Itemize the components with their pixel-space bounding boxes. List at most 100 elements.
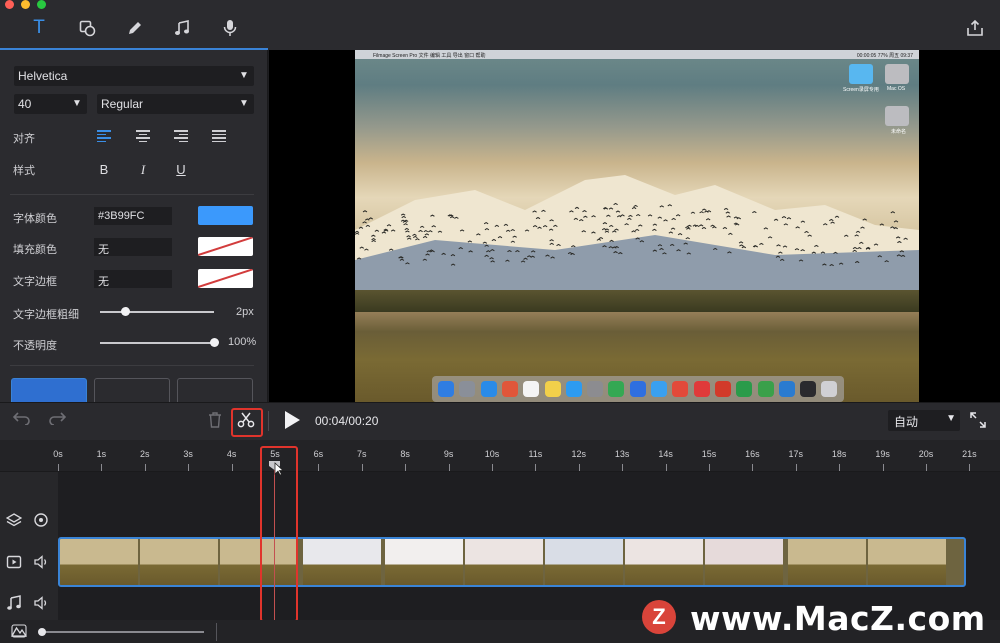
border-width-slider[interactable] (100, 311, 214, 313)
bird-shape (779, 258, 785, 261)
dock-app-icon (629, 381, 646, 397)
bird-shape (710, 224, 715, 227)
tab-text[interactable]: T (25, 14, 53, 42)
bird-shape (767, 236, 773, 239)
bird-shape (670, 227, 676, 230)
bird-shape (399, 258, 405, 261)
play-button[interactable] (283, 410, 301, 435)
bird-shape (723, 207, 729, 211)
bird-shape (608, 207, 614, 210)
bird-shape (635, 237, 640, 240)
bird-shape (507, 249, 512, 253)
redo-button[interactable] (48, 411, 67, 430)
bird-shape (569, 210, 574, 213)
timeline-zoom-knob[interactable] (38, 628, 46, 636)
bird-shape (838, 262, 844, 265)
timeline-zoom-slider[interactable] (42, 631, 204, 633)
visibility-button[interactable] (33, 512, 49, 528)
bird-shape (608, 246, 614, 249)
bird-shape (739, 244, 744, 247)
bird-shape (486, 250, 491, 253)
bird-shape (371, 239, 376, 243)
export-button[interactable] (961, 14, 989, 42)
text-border-swatch[interactable] (198, 269, 253, 288)
undo-button[interactable] (12, 411, 31, 430)
bird-shape (903, 237, 908, 240)
italic-button[interactable]: I (136, 162, 150, 178)
tab-microphone[interactable] (216, 14, 244, 42)
bird-shape (795, 226, 800, 229)
bird-shape (733, 216, 739, 219)
video-track-button[interactable] (6, 554, 22, 570)
video-preview[interactable]: Filmage Screen Pro 文件 编辑 工具 导出 窗口 帮助 00:… (269, 50, 1000, 402)
minimize-window-button[interactable] (21, 0, 30, 9)
font-color-hex-field[interactable]: #3B99FC (94, 207, 172, 225)
bird-shape (893, 220, 899, 223)
bird-shape (505, 259, 510, 262)
layers-button[interactable] (5, 512, 23, 528)
pencil-icon (129, 22, 141, 34)
bird-shape (355, 230, 360, 233)
bird-shape (701, 208, 707, 211)
bird-shape (667, 204, 673, 207)
align-justify-button[interactable] (212, 130, 226, 144)
mac-menubar: Filmage Screen Pro 文件 编辑 工具 导出 窗口 帮助 00:… (355, 50, 919, 59)
font-weight-select[interactable]: Regular ▼ (97, 94, 254, 114)
bird-shape (489, 257, 494, 260)
align-left-button[interactable] (97, 130, 111, 144)
close-window-button[interactable] (5, 0, 14, 9)
bird-shape (419, 225, 425, 228)
timeline-zoom-button[interactable] (10, 624, 28, 640)
video-clip[interactable] (58, 537, 966, 587)
bird-shape (631, 206, 637, 210)
bird-shape (598, 236, 604, 240)
bird-shape (698, 224, 704, 227)
bird-shape (545, 254, 550, 257)
fill-color-swatch[interactable] (198, 237, 253, 256)
bird-shape (400, 219, 406, 222)
video-volume-button[interactable] (33, 554, 49, 570)
bird-shape (537, 226, 542, 229)
tab-draw[interactable] (121, 14, 149, 42)
font-size-select[interactable]: 40 ▼ (14, 94, 87, 114)
fill-color-field[interactable]: 无 (94, 238, 172, 256)
underline-button[interactable]: U (174, 162, 188, 177)
zoom-window-button[interactable] (37, 0, 46, 9)
audio-track-button[interactable] (6, 595, 22, 611)
bird-shape (364, 248, 369, 251)
fit-timeline-button[interactable] (970, 412, 986, 433)
bird-shape (512, 235, 517, 238)
clip-thumbnail (625, 539, 703, 585)
bold-button[interactable]: B (97, 162, 111, 177)
bird-shape (612, 230, 617, 233)
tab-music[interactable] (168, 14, 196, 42)
timeline-ruler[interactable]: 0s 1s 2s 3s 4s 5s 6s 7s 8s 9s 10s 11s 12s 13s 14s 15s 16… (0, 440, 1000, 472)
bird-shape (794, 248, 800, 251)
ruler-tick (361, 464, 363, 471)
ruler-tick (58, 464, 59, 471)
bird-shape (873, 243, 879, 246)
ruler-tick (709, 464, 710, 471)
opacity-slider[interactable] (100, 342, 214, 344)
dock-app-icon (438, 381, 454, 397)
split-button[interactable] (237, 412, 255, 433)
opacity-slider-knob[interactable] (210, 338, 219, 347)
bird-shape (596, 238, 602, 241)
delete-button[interactable] (208, 412, 222, 433)
font-color-swatch[interactable] (198, 206, 253, 225)
audio-volume-button[interactable] (33, 595, 49, 611)
align-right-button[interactable] (174, 130, 188, 144)
text-border-field[interactable]: 无 (94, 270, 172, 288)
bird-shape (548, 228, 554, 231)
font-family-select[interactable]: Helvetica ▼ (14, 66, 254, 86)
tab-shapes[interactable] (73, 14, 101, 42)
chevron-down-icon: ▼ (946, 413, 956, 424)
bird-shape (615, 210, 621, 213)
bird-shape (491, 238, 497, 242)
ruler-tick (969, 464, 971, 471)
border-width-slider-knob[interactable] (121, 307, 131, 316)
bird-shape (627, 217, 632, 220)
align-center-button[interactable] (136, 130, 150, 144)
timeline-zoom-select[interactable]: 自动 ▼ (888, 410, 960, 431)
bird-shape (854, 260, 860, 264)
